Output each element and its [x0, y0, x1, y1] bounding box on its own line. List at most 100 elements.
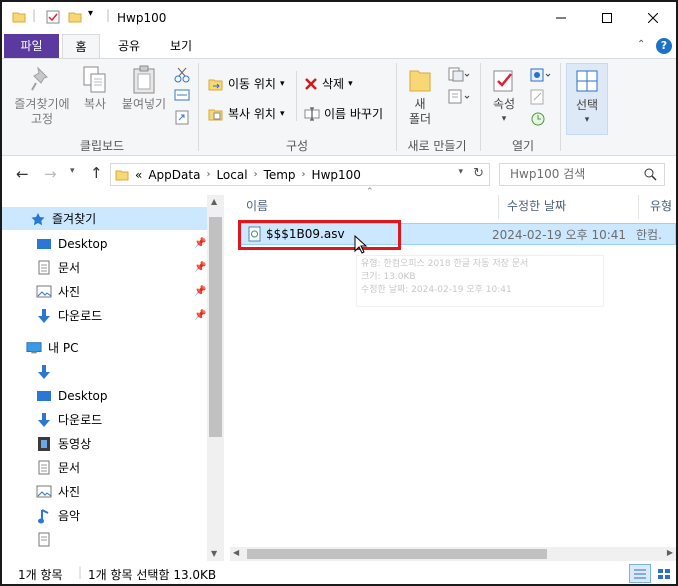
document-icon	[36, 260, 52, 276]
pin-icon[interactable]: 📌	[194, 262, 206, 273]
new-folder-label-2: 폴더	[408, 112, 432, 126]
up-arrow-icon[interactable]: ↑	[90, 164, 103, 182]
column-header-modified[interactable]: 수정한 날짜	[507, 195, 566, 217]
new-folder-quick-icon[interactable]	[68, 10, 82, 27]
nav-pc-pictures[interactable]: 사진	[2, 480, 80, 503]
film-icon	[36, 436, 52, 452]
breadcrumb-appdata[interactable]: AppData	[148, 168, 200, 182]
nav-pc-desktop[interactable]: Desktop	[2, 384, 108, 407]
properties-button[interactable]: 속성 ▾	[486, 63, 522, 127]
pin-to-quick-access-button[interactable]: 즐겨찾기에 고정	[8, 63, 76, 127]
rename-button[interactable]: 이름 바꾸기	[304, 105, 383, 122]
forward-arrow-icon[interactable]: →	[44, 165, 57, 183]
maximize-button[interactable]	[584, 2, 630, 34]
cut-icon[interactable]	[174, 67, 190, 86]
customize-quick-access-icon[interactable]: ▾	[88, 8, 93, 19]
nav-desktop[interactable]: Desktop	[2, 232, 108, 255]
column-header-type[interactable]: 유형	[650, 195, 672, 217]
nav-scroll-thumb[interactable]	[209, 217, 222, 437]
collapse-ribbon-icon[interactable]: ⌃	[637, 39, 645, 50]
nav-documents[interactable]: 문서	[2, 256, 80, 279]
back-arrow-icon[interactable]: ←	[16, 165, 29, 183]
breadcrumb-hwp100[interactable]: Hwp100	[312, 168, 361, 182]
nav-pc-documents[interactable]: 문서	[2, 456, 80, 479]
chevron-right-icon[interactable]: ›	[206, 169, 210, 180]
help-icon[interactable]: ?	[656, 38, 672, 54]
group-separator	[198, 63, 199, 151]
paste-shortcut-icon[interactable]	[174, 109, 190, 128]
tab-home[interactable]: 홈	[62, 34, 100, 59]
search-input[interactable]: Hwp100 검색	[499, 163, 665, 186]
organize-group-label: 구성	[285, 139, 309, 153]
pin-icon[interactable]: 📌	[194, 238, 206, 249]
minimize-button[interactable]	[538, 2, 584, 34]
new-item-icon[interactable]	[448, 67, 470, 86]
nav-pc-3d-objects[interactable]	[2, 360, 58, 383]
download-arrow-icon	[36, 364, 52, 380]
scroll-up-icon[interactable]: ▲	[211, 197, 217, 206]
select-button[interactable]: 선택 ▾	[566, 63, 608, 135]
select-label: 선택	[575, 98, 599, 112]
nav-quick-access[interactable]: 즐겨찾기	[2, 207, 207, 230]
chevron-right-icon[interactable]: ›	[302, 169, 306, 180]
tab-file[interactable]: 파일	[4, 34, 59, 58]
divider: |	[106, 8, 111, 22]
nav-pc-videos[interactable]: 동영상	[2, 432, 91, 455]
tooltip-line-type: 유형: 한컴오피스 2018 한글 자동 저장 문서	[361, 259, 529, 269]
folder-icon	[12, 10, 26, 27]
horizontal-scroll-thumb[interactable]	[247, 549, 547, 559]
tab-view[interactable]: 보기	[162, 34, 200, 58]
tab-share[interactable]: 공유	[110, 34, 148, 58]
new-folder-button[interactable]: 새 폴더	[402, 63, 438, 127]
refresh-icon[interactable]: ↻	[473, 166, 484, 181]
column-separator[interactable]	[498, 195, 499, 219]
chevron-right-icon[interactable]: ›	[254, 169, 258, 180]
document-icon	[36, 532, 52, 548]
breadcrumb-overflow[interactable]: «	[135, 168, 142, 182]
large-icons-view-icon[interactable]	[655, 564, 673, 583]
scroll-left-icon[interactable]: ◀	[233, 548, 239, 557]
history-icon[interactable]	[530, 111, 546, 130]
search-icon[interactable]	[644, 168, 657, 181]
nav-quick-access-label: 즐겨찾기	[52, 212, 97, 226]
nav-pictures[interactable]: 사진	[2, 280, 80, 303]
star-icon	[30, 211, 46, 227]
divider: |	[32, 8, 37, 22]
address-dropdown-icon[interactable]: ▾	[458, 167, 463, 177]
pin-icon[interactable]: 📌	[194, 286, 206, 297]
pin-icon	[8, 63, 76, 97]
nav-scrollbar[interactable]: ▲ ▼	[207, 195, 224, 561]
desktop-icon	[36, 236, 52, 252]
easy-access-icon[interactable]	[448, 89, 470, 108]
properties-quick-icon[interactable]	[46, 10, 60, 27]
nav-pc-more[interactable]	[2, 528, 58, 551]
pin-icon[interactable]: 📌	[194, 310, 206, 321]
nav-pc-downloads[interactable]: 다운로드	[2, 408, 102, 431]
nav-this-pc[interactable]: 내 PC	[2, 336, 78, 359]
recent-locations-icon[interactable]: ▾	[70, 166, 75, 176]
nav-pc-music[interactable]: 음악	[2, 504, 80, 527]
scroll-right-icon[interactable]: ▶	[667, 548, 673, 557]
pin-label-1: 즐겨찾기에	[14, 97, 70, 111]
column-header-name[interactable]: 이름	[246, 195, 268, 217]
scroll-down-icon[interactable]: ▼	[211, 549, 217, 558]
delete-button[interactable]: 삭제 ▾	[304, 75, 353, 92]
address-bar[interactable]: « AppData › Local › Temp › Hwp100 ▾ ↻	[110, 163, 490, 186]
edit-icon[interactable]	[530, 89, 546, 108]
copy-path-icon[interactable]	[174, 89, 190, 104]
close-button[interactable]	[630, 2, 676, 34]
copy-button[interactable]: 복사	[78, 63, 112, 112]
breadcrumb-local[interactable]: Local	[216, 168, 247, 182]
details-view-icon[interactable]	[629, 564, 651, 583]
horizontal-scrollbar[interactable]: ◀ ▶	[230, 547, 676, 561]
breadcrumb-temp[interactable]: Temp	[264, 168, 296, 182]
copy-icon	[78, 63, 112, 97]
paste-button[interactable]: 붙여넣기	[118, 63, 170, 112]
move-to-button[interactable]: 이동 위치 ▾	[208, 75, 285, 92]
open-icon[interactable]	[530, 67, 552, 86]
column-separator[interactable]	[638, 195, 639, 219]
download-arrow-icon	[36, 412, 52, 428]
nav-downloads[interactable]: 다운로드	[2, 304, 102, 327]
pictures-icon	[36, 484, 52, 500]
copy-to-button[interactable]: 복사 위치 ▾	[208, 105, 285, 122]
